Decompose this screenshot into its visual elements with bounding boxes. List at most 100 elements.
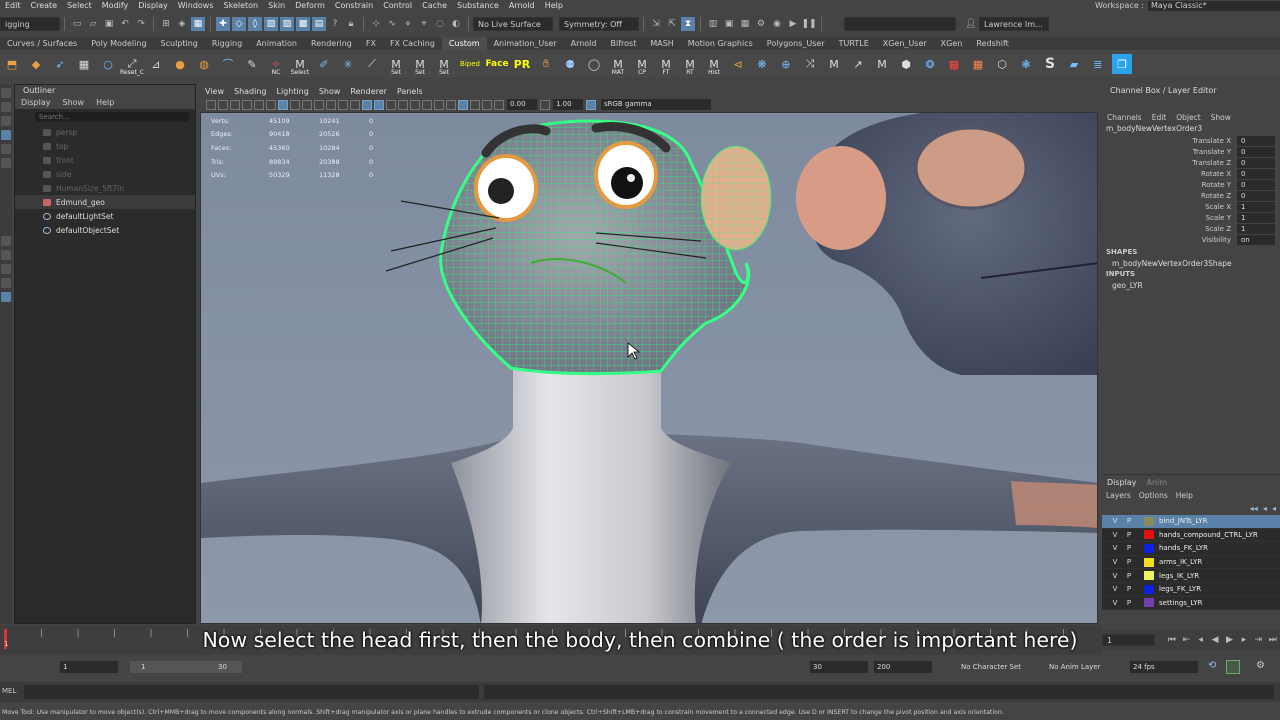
workspace-dropdown[interactable]: Maya Classic* [1148, 0, 1280, 11]
shelf-tab-polygons-user[interactable]: Polygons_User [760, 37, 832, 50]
hist-icon[interactable]: M Hist [704, 54, 724, 77]
outliner-item[interactable]: front [15, 153, 195, 167]
autokey-icon[interactable] [1226, 660, 1240, 674]
input-ops-icon[interactable]: ⇲ [649, 17, 663, 31]
arnold-render-icon[interactable]: ▶ [786, 17, 800, 31]
new-layer-icon[interactable]: ◂ [1263, 504, 1267, 513]
layer-name[interactable]: legs_IK_LYR [1159, 572, 1199, 580]
outliner-item[interactable]: HumanSize_5ft7in [15, 181, 195, 195]
anim-layer-field[interactable]: No Anim Layer [1046, 661, 1124, 673]
shelf-settings-icon[interactable]: ⬒ [2, 54, 22, 74]
lock-icon[interactable]: 🔒︎ [344, 17, 358, 31]
select-tool-icon[interactable]: M Select [290, 54, 310, 77]
undo-icon[interactable]: ↶ [118, 17, 132, 31]
menu-edit[interactable]: Edit [0, 0, 26, 11]
circle-icon[interactable]: ○ [98, 54, 118, 74]
layer-menu-help[interactable]: Help [1172, 491, 1197, 500]
layer-playback-toggle[interactable]: P [1122, 517, 1136, 525]
menu-control[interactable]: Control [378, 0, 417, 11]
gate-mask-icon[interactable] [314, 99, 324, 110]
misc-mask-icon[interactable]: ? [328, 17, 342, 31]
channel-attr-name[interactable]: Translate X [1102, 137, 1237, 145]
layer-playback-toggle[interactable]: P [1122, 558, 1136, 566]
outliner-item[interactable]: defaultObjectSet [15, 223, 195, 237]
shape-node[interactable]: m_bodyNewVertexOrder3Shape [1102, 258, 1280, 269]
safe-title-icon[interactable] [350, 99, 360, 110]
gamma-field[interactable]: 1.00 [553, 99, 583, 110]
shelf-tab-mash[interactable]: MASH [643, 37, 680, 50]
rotate-tool-icon[interactable] [1, 144, 11, 154]
shelf-tab-xgen[interactable]: XGen [934, 37, 970, 50]
layer-menu-options[interactable]: Options [1135, 491, 1172, 500]
dynamic-mask-icon[interactable]: ▩ [296, 17, 310, 31]
shelf-tab-sculpting[interactable]: Sculpting [154, 37, 205, 50]
channel-attr-translate-y[interactable]: Translate Y0 [1102, 146, 1280, 157]
menu-cache[interactable]: Cache [417, 0, 452, 11]
channel-attr-name[interactable]: Visibility [1102, 236, 1237, 244]
snap-curve-icon[interactable]: ∿ [385, 17, 399, 31]
new-layer-selected-icon[interactable]: ◂ [1272, 504, 1276, 513]
resolution-gate-icon[interactable] [302, 99, 312, 110]
layer-color-swatch[interactable] [1144, 516, 1154, 526]
move-layer-up-icon[interactable]: ◂◂ [1250, 504, 1258, 513]
channel-attr-scale-x[interactable]: Scale X1 [1102, 201, 1280, 212]
poly-cube-icon[interactable]: ⬢ [896, 54, 916, 74]
layer-row[interactable]: V Plegs_IK_LYR [1102, 569, 1280, 583]
channel-attr-name[interactable]: Scale Z [1102, 225, 1237, 233]
channel-attr-value[interactable]: 0 [1237, 157, 1275, 168]
viewport-menu-panels[interactable]: Panels [392, 86, 428, 97]
render-frame-icon[interactable]: ▣ [722, 17, 736, 31]
layer-playback-toggle[interactable]: P [1122, 585, 1136, 593]
film-gate-icon[interactable] [290, 99, 300, 110]
menu-modify[interactable]: Modify [97, 0, 134, 11]
menu-deform[interactable]: Deform [290, 0, 330, 11]
use-lights-icon[interactable] [410, 99, 420, 110]
hypershade-icon[interactable]: ◉ [770, 17, 784, 31]
channel-attr-value[interactable]: 0 [1237, 179, 1275, 190]
camera-attr-icon[interactable] [218, 99, 228, 110]
snap-surface-icon[interactable]: ◌ [433, 17, 447, 31]
snap-view-icon[interactable]: ⌖ [417, 17, 431, 31]
shelf-tab-motion-graphics[interactable]: Motion Graphics [681, 37, 760, 50]
outliner-item[interactable]: defaultLightSet [15, 209, 195, 223]
viewport-menu-renderer[interactable]: Renderer [345, 86, 392, 97]
skin-icon[interactable]: ⚉ [560, 54, 580, 74]
channel-attr-name[interactable]: Rotate Y [1102, 181, 1237, 189]
symmetry-dropdown[interactable]: Symmetry: Off [559, 17, 639, 31]
shelf-tab-curves-surfaces[interactable]: Curves / Surfaces [0, 37, 84, 50]
layer-row[interactable]: V Psettings_LYR [1102, 596, 1280, 611]
select-hierarchy-icon[interactable]: ⊞ [159, 17, 173, 31]
mel-input[interactable] [24, 685, 479, 699]
m1-icon[interactable]: M [824, 54, 844, 74]
wireframe-on-shaded-icon[interactable] [386, 99, 396, 110]
align-icon[interactable]: ⊿ [146, 54, 166, 74]
biped-icon[interactable]: Biped [458, 54, 482, 74]
shelf-tab-bifrost[interactable]: Bifrost [603, 37, 643, 50]
sphere3-icon[interactable]: ◯ [584, 54, 604, 74]
user-icon[interactable]: 👤︎ [964, 17, 978, 31]
pr-icon[interactable]: PR [512, 54, 532, 74]
end-frame-field[interactable]: 30 [810, 661, 868, 673]
new-scene-icon[interactable]: ▭ [70, 17, 84, 31]
four-pane-icon[interactable] [1, 250, 11, 260]
layer-color-swatch[interactable] [1144, 598, 1154, 608]
outliner-item[interactable]: Edmund_geo [15, 195, 195, 209]
shelf-tab-rigging[interactable]: Rigging [205, 37, 249, 50]
red-grid-icon[interactable]: ▦ [944, 54, 964, 74]
layer-visibility-toggle[interactable]: V [1108, 544, 1122, 552]
channel-attr-name[interactable]: Scale Y [1102, 214, 1237, 222]
set1-icon[interactable]: M Set [386, 54, 406, 77]
anim-prefs-icon[interactable]: ⚙ [1256, 660, 1265, 671]
menu-arnold[interactable]: Arnold [504, 0, 540, 11]
character-set-field[interactable]: No Character Set [958, 661, 1040, 673]
channel-attr-translate-x[interactable]: Translate X0 [1102, 135, 1280, 146]
channel-attr-name[interactable]: Rotate X [1102, 170, 1237, 178]
plane-icon[interactable]: ▰ [1064, 54, 1084, 74]
viewport-3d[interactable]: Verts: 45109 10241 0 Edges: 90418 20526 0 Faces:… [200, 112, 1098, 624]
ao-icon[interactable] [434, 99, 444, 110]
grid-toggle-icon[interactable] [278, 99, 288, 110]
xray-joints-icon[interactable] [482, 99, 492, 110]
brush-icon[interactable]: ✎ [242, 54, 262, 74]
shelf-tab-custom[interactable]: Custom [441, 37, 487, 50]
nc-icon[interactable]: ✧ NC [266, 54, 286, 77]
